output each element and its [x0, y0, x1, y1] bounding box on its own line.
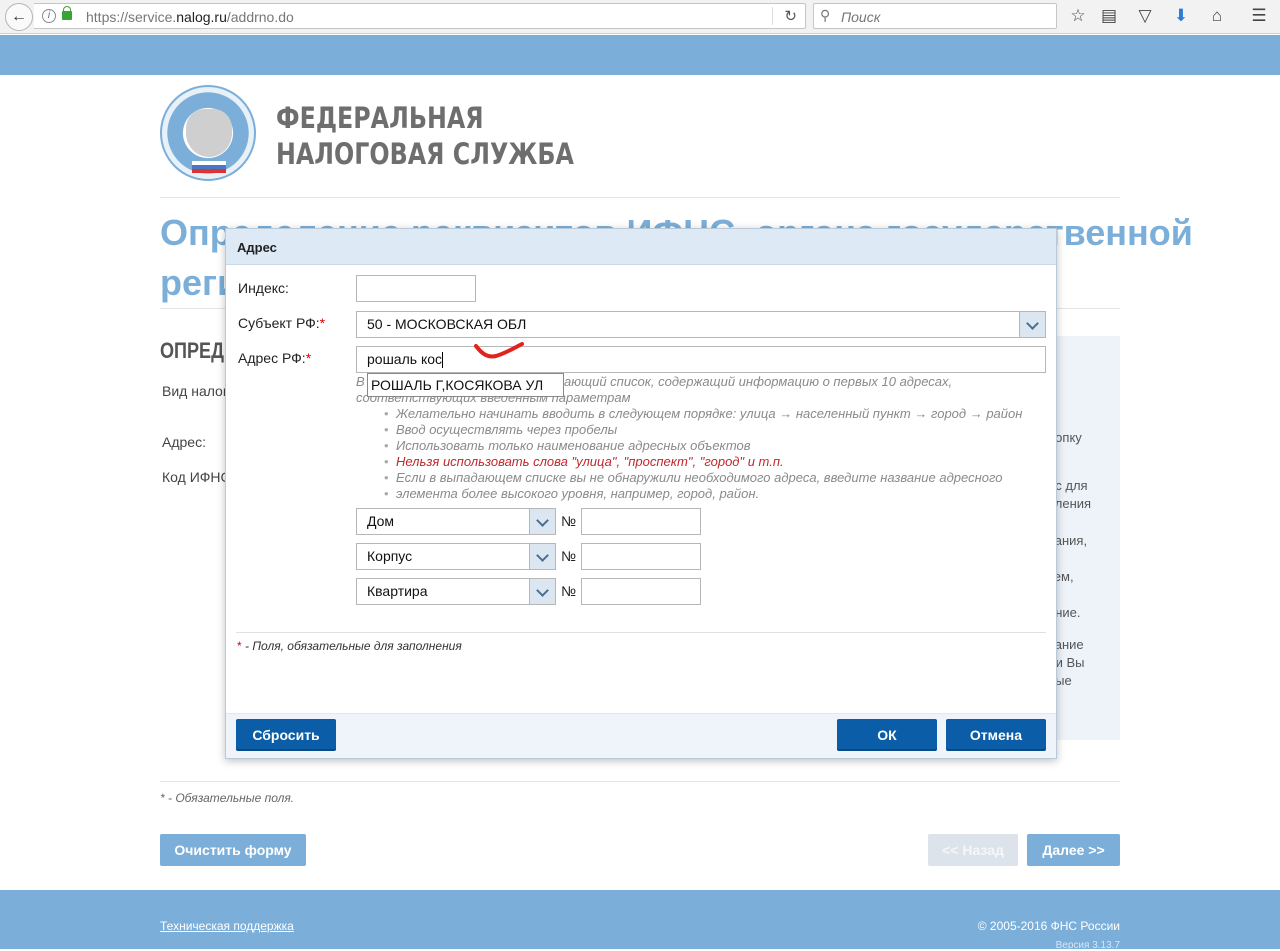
number-sign: №	[561, 513, 577, 529]
korpus-type-select[interactable]: Корпус	[356, 543, 556, 570]
house-type-value: Дом	[367, 513, 395, 529]
address-rf-label: Адрес РФ:*	[238, 350, 312, 366]
download-icon[interactable]: ⬇	[1170, 6, 1192, 26]
dialog-footer: Сбросить ОК Отмена	[226, 713, 1056, 758]
reload-icon[interactable]: ↻	[784, 7, 797, 25]
reset-button[interactable]: Сбросить	[236, 719, 336, 751]
url-separator	[772, 7, 773, 25]
url-bar[interactable]: i https://service.nalog.ru/addrno.do ↻	[34, 3, 806, 29]
address-label: Адрес:	[162, 434, 206, 450]
eagle-icon	[186, 109, 232, 157]
chevron-down-icon[interactable]	[529, 579, 555, 604]
required-fields-note: * - Поля, обязательные для заполнения	[237, 639, 462, 653]
flat-type-value: Квартира	[367, 583, 428, 599]
address-dialog: Адрес Индекс: Субъект РФ:* 50 - МОСКОВСК…	[225, 228, 1057, 759]
number-sign: №	[561, 548, 577, 564]
korpus-type-value: Корпус	[367, 548, 413, 564]
search-icon: ⚲	[820, 7, 831, 23]
top-band	[0, 35, 1280, 75]
dialog-header: Адрес	[226, 229, 1056, 265]
lock-icon	[62, 6, 72, 20]
chevron-down-icon[interactable]	[529, 509, 555, 534]
hint-item: Желательно начинать вводить в следующем …	[384, 406, 1022, 421]
ok-button[interactable]: ОК	[837, 719, 937, 751]
copyright: © 2005-2016 ФНС России	[977, 919, 1120, 933]
bookmark-star-icon[interactable]: ☆	[1067, 6, 1089, 26]
chevron-down-icon[interactable]	[1019, 312, 1045, 337]
divider	[236, 632, 1046, 633]
next-button[interactable]: Далее >>	[1027, 834, 1120, 866]
browser-search-input[interactable]: ⚲ Поиск	[813, 3, 1057, 29]
house-number-input[interactable]	[581, 508, 701, 535]
hint-item: Если в выпадающем списке вы не обнаружил…	[384, 470, 1002, 485]
index-input[interactable]	[356, 275, 476, 302]
red-checkmark-annotation	[474, 342, 524, 359]
number-sign: №	[561, 583, 577, 599]
index-label: Индекс:	[238, 280, 289, 296]
tax-type-label: Вид налог	[162, 383, 228, 399]
url-text[interactable]: https://service.nalog.ru/addrno.do	[86, 9, 294, 25]
org-name: ФЕДЕРАЛЬНАЯ НАЛОГОВАЯ СЛУЖБА	[276, 101, 574, 171]
korpus-number-input[interactable]	[581, 543, 701, 570]
back-button[interactable]: << Назад	[928, 834, 1018, 866]
version-text: Версия 3.13.7	[1055, 940, 1120, 951]
subject-value: 50 - МОСКОВСКАЯ ОБЛ	[367, 316, 527, 332]
search-placeholder: Поиск	[841, 9, 881, 25]
support-link[interactable]: Техническая поддержка	[160, 919, 294, 933]
chevron-down-icon[interactable]	[529, 544, 555, 569]
pocket-icon[interactable]: ▽	[1134, 6, 1156, 26]
address-rf-input[interactable]: рошаль кос	[356, 346, 1046, 373]
address-value: рошаль кос	[367, 351, 443, 367]
hint-item: Использовать только наименование адресны…	[384, 438, 751, 453]
subject-label: Субъект РФ:*	[238, 315, 326, 331]
hint-item: Ввод осуществлять через пробелы	[384, 422, 617, 437]
required-fields-note: * - Обязательные поля.	[160, 791, 295, 805]
dialog-title: Адрес	[237, 240, 277, 255]
hint-item-warning: Нельзя использовать слова "улица", "прос…	[384, 454, 784, 469]
house-type-select[interactable]: Дом	[356, 508, 556, 535]
subject-select[interactable]: 50 - МОСКОВСКАЯ ОБЛ	[356, 311, 1046, 338]
flat-number-input[interactable]	[581, 578, 701, 605]
flat-type-select[interactable]: Квартира	[356, 578, 556, 605]
back-arrow-icon[interactable]: ←	[5, 3, 33, 31]
divider	[160, 197, 1120, 198]
hint-item-cont: элемента более высокого уровня, например…	[384, 486, 759, 501]
cancel-button[interactable]: Отмена	[946, 719, 1046, 751]
clear-form-button[interactable]: Очистить форму	[160, 834, 306, 866]
divider	[160, 781, 1120, 782]
fns-emblem-logo[interactable]	[160, 85, 256, 181]
flag-icon	[192, 161, 226, 173]
address-suggestion-item[interactable]: РОШАЛЬ Г,КОСЯКОВА УЛ	[367, 373, 564, 397]
info-icon[interactable]: i	[42, 9, 56, 23]
reading-list-icon[interactable]: ▤	[1098, 6, 1120, 26]
ifns-code-label: Код ИФНС	[162, 469, 231, 485]
browser-toolbar: ← i https://service.nalog.ru/addrno.do ↻…	[0, 0, 1280, 34]
home-icon[interactable]: ⌂	[1206, 6, 1228, 26]
menu-icon[interactable]: ☰	[1248, 6, 1270, 26]
